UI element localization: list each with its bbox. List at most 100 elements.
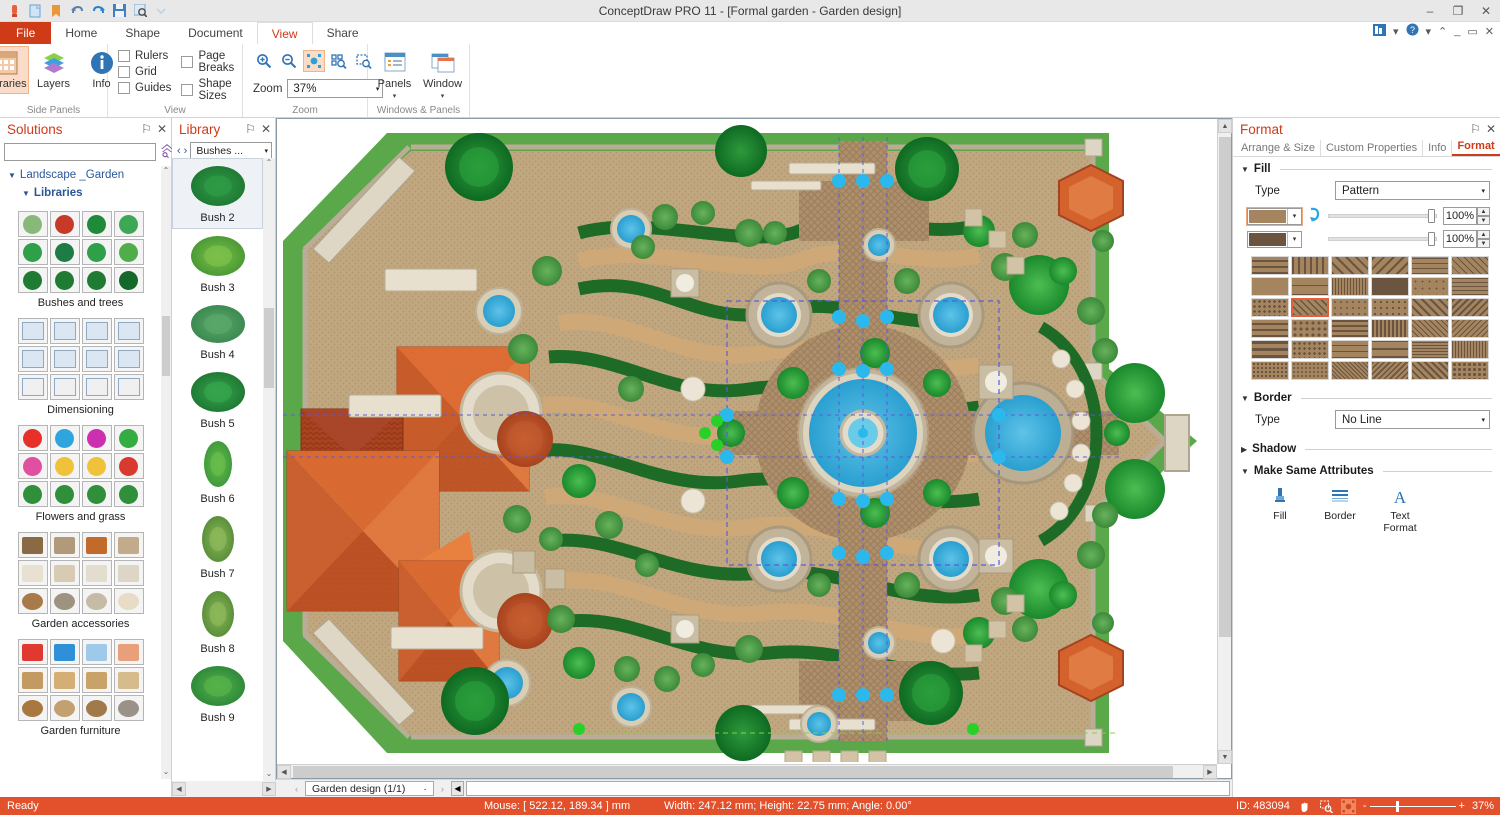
library-shape-item[interactable]: Bush 4 [172, 298, 263, 365]
pin-icon[interactable]: ⚐ [141, 122, 152, 136]
shape-sizes-checkbox[interactable] [181, 84, 193, 96]
library-shape-item[interactable]: Bush 5 [172, 365, 263, 434]
ribbon-tab-home[interactable]: Home [51, 22, 111, 44]
canvas-area[interactable]: ▲ ▼ ◀ ▶ [276, 118, 1232, 779]
fill-section-header[interactable]: ▼ Fill [1233, 157, 1500, 177]
library-swatch-cell[interactable] [50, 639, 80, 665]
window-dropdown-icon[interactable]: ▾ [441, 92, 445, 100]
library-swatch-cell[interactable] [50, 481, 80, 507]
library-prev-icon[interactable]: ‹ [177, 145, 181, 157]
chevron-down-icon[interactable]: ▾ [264, 147, 268, 155]
solutions-scrollbar[interactable]: ⌃ ⌄ [161, 166, 171, 779]
scroll-down-icon[interactable]: ▼ [1218, 750, 1232, 764]
pan-hand-icon[interactable] [1297, 799, 1312, 814]
scroll-up-icon[interactable]: ⌃ [263, 158, 275, 170]
ribbon-minimize-icon[interactable]: _ [1452, 25, 1462, 37]
library-swatch-cell[interactable] [82, 374, 112, 400]
fill-opacity2-slider[interactable] [1328, 232, 1437, 246]
library-swatch-cell[interactable] [114, 346, 144, 372]
scroll-left-icon[interactable]: ◀ [277, 765, 291, 779]
fill-pattern-grid[interactable] [1233, 250, 1500, 386]
tab-format[interactable]: Format [1452, 138, 1499, 156]
scroll-left-icon[interactable]: ◀ [172, 782, 186, 796]
fill-pattern-swatch[interactable] [1251, 319, 1289, 338]
checkbox-guides[interactable]: Guides [118, 82, 171, 94]
fill-pattern-swatch[interactable] [1411, 319, 1449, 338]
fill-pattern-swatch[interactable] [1371, 319, 1409, 338]
fill-pattern-swatch[interactable] [1451, 340, 1489, 359]
tree-node-landscape-garden[interactable]: ▼ Landscape _Garden [0, 166, 161, 184]
chevron-down-icon[interactable]: ▾ [1287, 209, 1301, 224]
library-swatch-cell[interactable] [114, 425, 144, 451]
library-swatch-cell[interactable] [18, 639, 48, 665]
library-swatch-cell[interactable] [50, 560, 80, 586]
library-swatch-cell[interactable] [114, 211, 144, 237]
fill-pattern-swatch[interactable] [1331, 340, 1369, 359]
redo-icon[interactable] [90, 3, 106, 19]
ribbon-restore-icon[interactable]: ▭ [1465, 25, 1479, 38]
library-shape-item[interactable]: Bush 2 [172, 158, 263, 229]
maximize-button[interactable]: ❐ [1444, 0, 1472, 22]
fill-pattern-swatch[interactable] [1251, 256, 1289, 275]
library-swatch-cell[interactable] [50, 374, 80, 400]
caret-down-icon[interactable]: ▼ [22, 189, 30, 198]
page-breaks-checkbox[interactable] [181, 56, 193, 68]
fill-opacity1-spinner[interactable]: 100% ▲ ▼ [1443, 207, 1490, 225]
library-swatch-cell[interactable] [50, 453, 80, 479]
slider-knob[interactable] [1428, 232, 1435, 246]
library-swatch-cell[interactable] [114, 588, 144, 614]
library-swatch-cell[interactable] [82, 532, 112, 558]
checkbox-rulers[interactable]: Rulers [118, 50, 171, 62]
fill-pattern-swatch[interactable] [1291, 256, 1329, 275]
library-swatch-cell[interactable] [82, 481, 112, 507]
fill-pattern-swatch[interactable] [1451, 277, 1489, 296]
library-swatch-cell[interactable] [18, 695, 48, 721]
fill-color1-button[interactable]: ▾ [1247, 208, 1302, 225]
scroll-up-icon[interactable]: ⌃ [161, 166, 171, 178]
fill-pattern-swatch[interactable] [1411, 298, 1449, 317]
library-swatch-cell[interactable] [18, 318, 48, 344]
ribbon-tab-share[interactable]: Share [313, 22, 373, 44]
caret-down-icon[interactable]: ▼ [8, 171, 16, 180]
library-swatch-cell[interactable] [114, 239, 144, 265]
save-icon[interactable] [111, 3, 127, 19]
library-swatch-cell[interactable] [82, 588, 112, 614]
spinner-down-icon[interactable]: ▼ [1477, 216, 1490, 225]
fill-pattern-swatch[interactable] [1251, 361, 1289, 380]
zoom-out-icon[interactable] [278, 50, 300, 72]
fill-pattern-swatch[interactable] [1411, 361, 1449, 380]
library-swatch-cell[interactable] [114, 267, 144, 293]
fill-pattern-swatch[interactable] [1371, 340, 1409, 359]
library-swatch-cell[interactable] [50, 211, 80, 237]
library-swatch-cell[interactable] [18, 346, 48, 372]
fill-pattern-swatch[interactable] [1411, 340, 1449, 359]
scroll-down-icon[interactable]: ⌄ [263, 769, 275, 781]
fill-opacity2-value[interactable]: 100% [1443, 230, 1477, 248]
fill-color2-button[interactable]: ▾ [1247, 231, 1302, 248]
page-tab-garden-design[interactable]: Garden design (1/1) · [305, 781, 434, 796]
tab-arrange-size[interactable]: Arrange & Size [1236, 140, 1321, 156]
library-swatch-cell[interactable] [82, 211, 112, 237]
close-icon[interactable]: ✕ [157, 122, 167, 136]
fill-pattern-swatch[interactable] [1411, 256, 1449, 275]
library-swatch-cell[interactable] [114, 374, 144, 400]
library-swatch-cell[interactable] [18, 211, 48, 237]
ribbon-tab-view[interactable]: View [257, 22, 313, 44]
fill-pattern-swatch[interactable] [1411, 277, 1449, 296]
checkbox-page-breaks[interactable]: Page Breaks [181, 50, 236, 74]
tab-custom-properties[interactable]: Custom Properties [1321, 140, 1423, 156]
zoom-region-icon[interactable] [1319, 799, 1334, 814]
library-swatch-cell[interactable] [18, 239, 48, 265]
page-tab-empty-area[interactable] [466, 781, 1230, 796]
slider-knob[interactable] [1428, 209, 1435, 223]
scroll-down-icon[interactable]: ⌄ [161, 767, 171, 779]
scroll-right-icon[interactable]: ▶ [262, 782, 276, 796]
hscrollbar-thumb[interactable] [293, 766, 1173, 778]
help-icon[interactable]: ? [1404, 23, 1421, 39]
page-next-icon[interactable]: › [436, 781, 449, 796]
fill-pattern-swatch[interactable] [1331, 256, 1369, 275]
library-swatch-cell[interactable] [82, 267, 112, 293]
ribbon-tab-shape[interactable]: Shape [111, 22, 174, 44]
canvas-vertical-scrollbar[interactable]: ▲ ▼ [1217, 119, 1231, 764]
zoom-slider-handle[interactable] [1396, 801, 1399, 812]
